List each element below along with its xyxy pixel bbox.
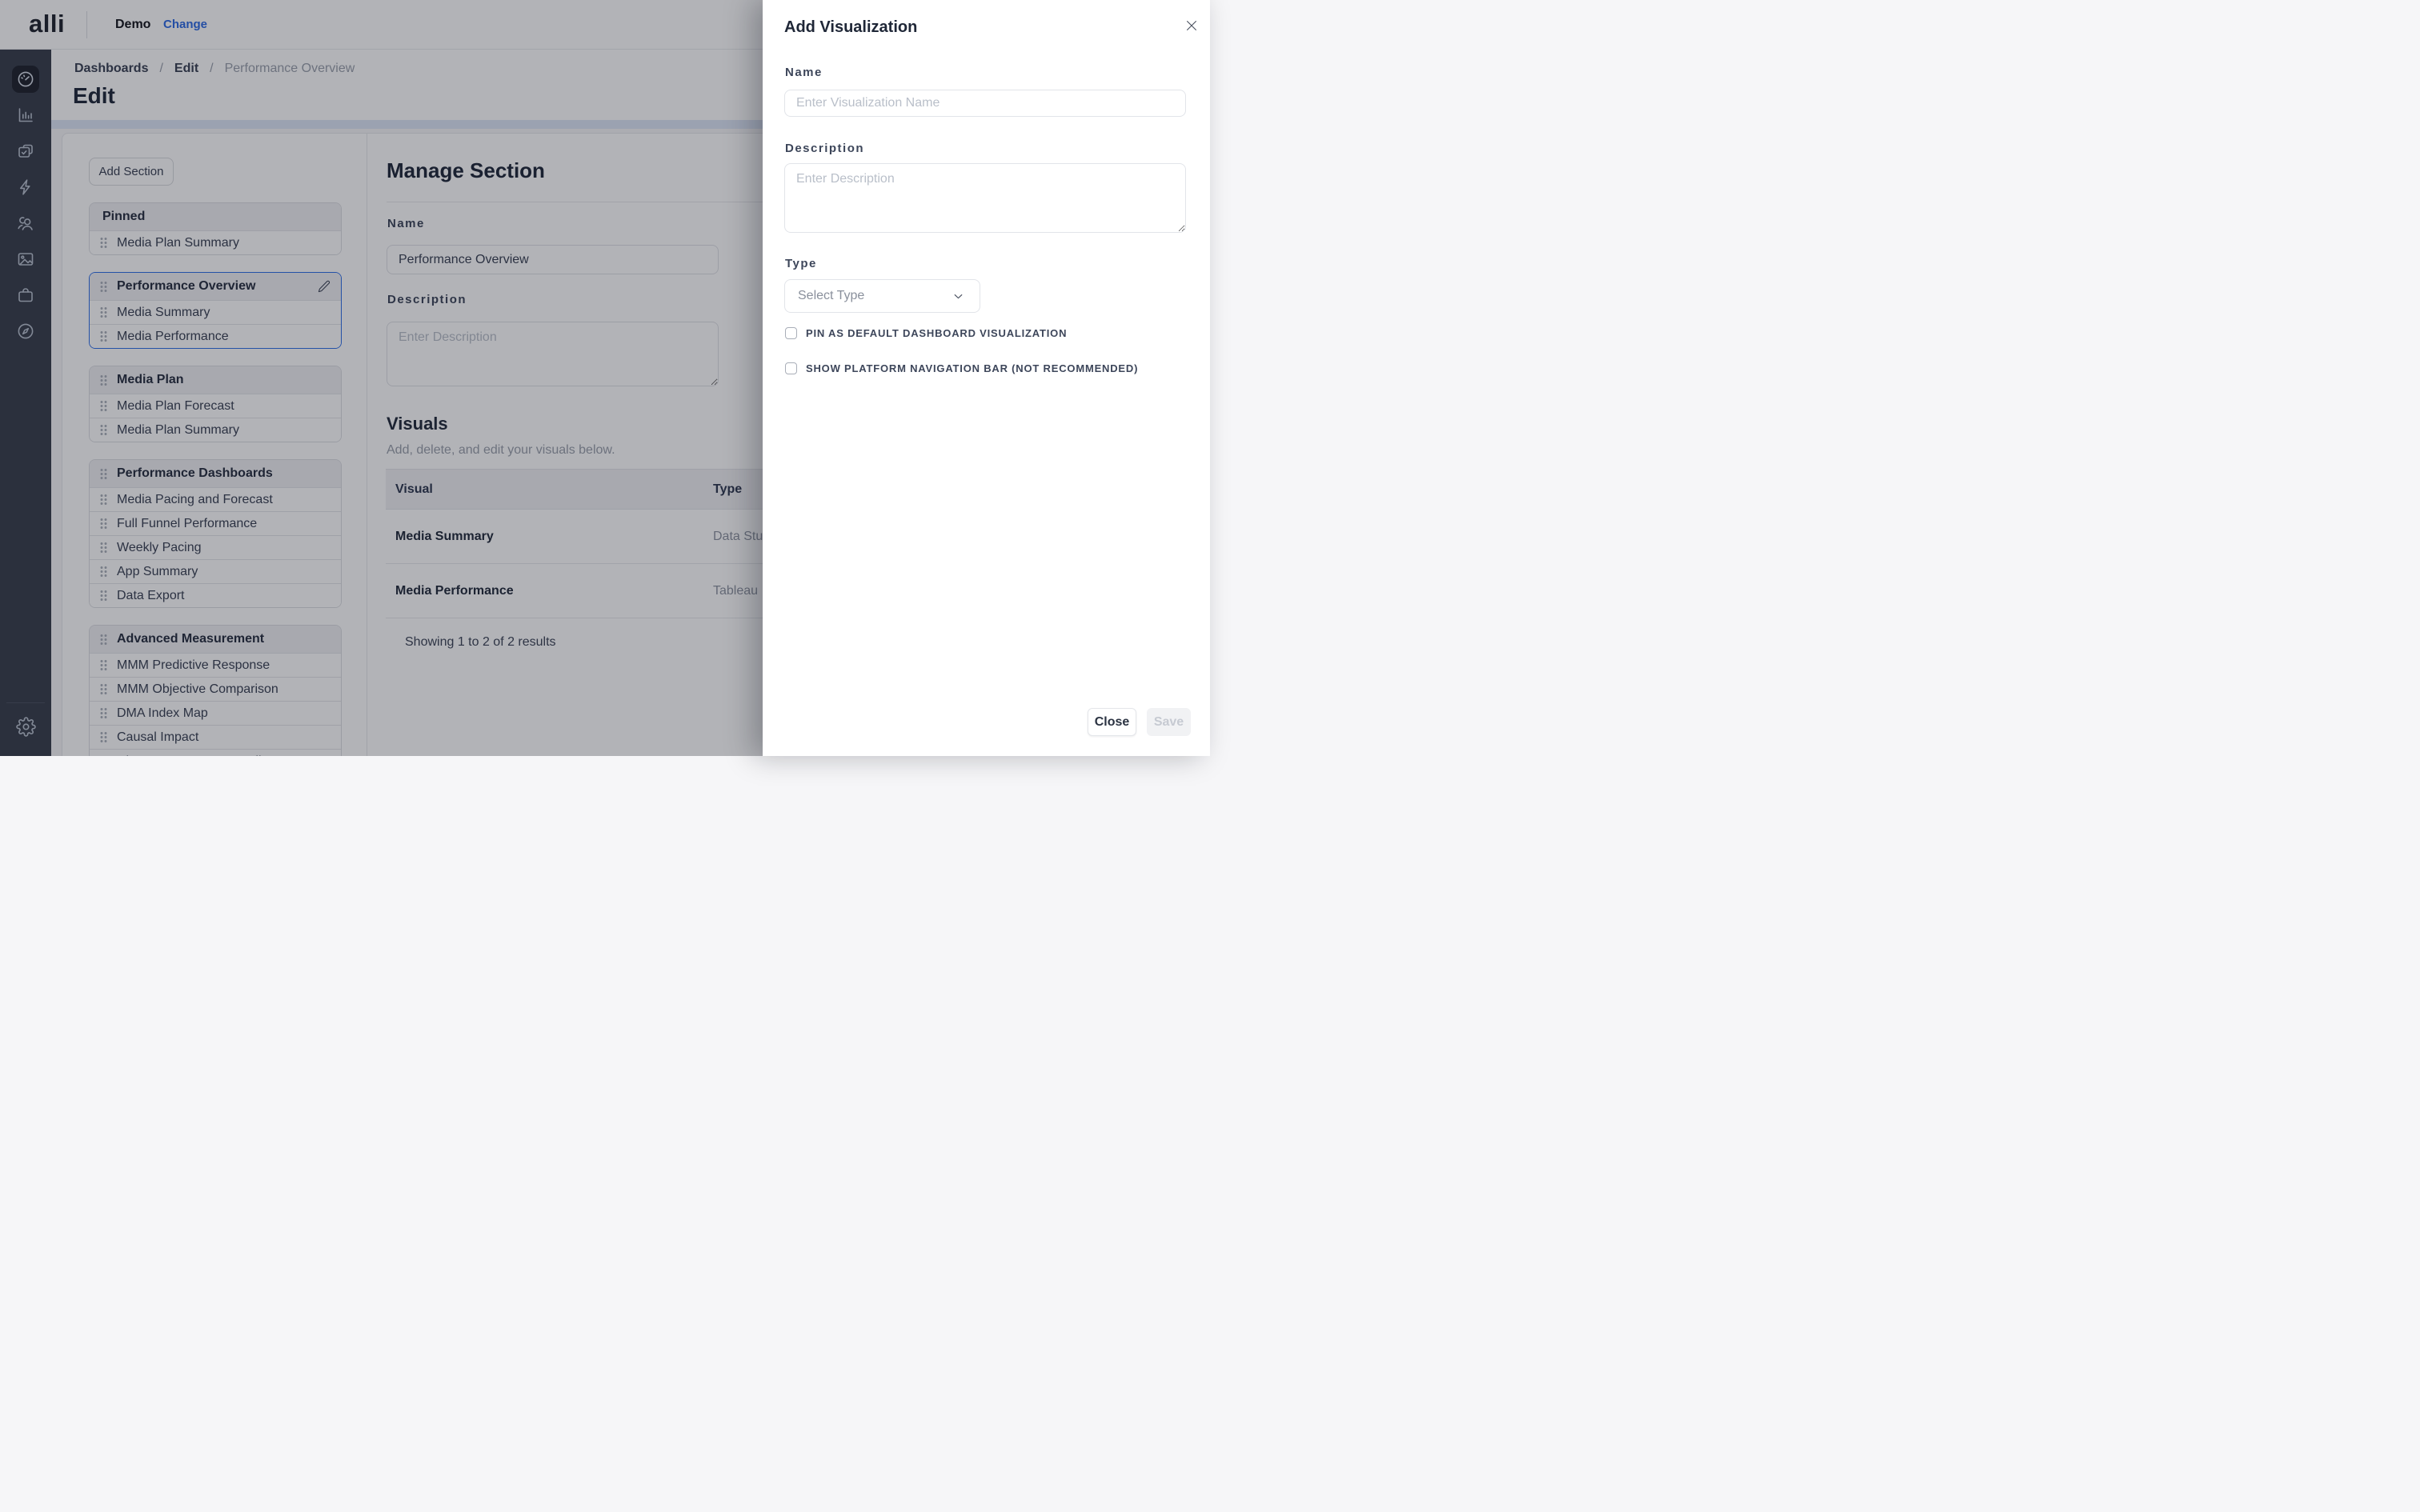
chevron-down-icon — [952, 290, 965, 303]
close-icon[interactable] — [1184, 18, 1200, 34]
drawer-footer: Close Save — [1088, 708, 1191, 736]
type-select[interactable]: Select Type — [784, 279, 980, 313]
save-button[interactable]: Save — [1147, 708, 1191, 736]
checkbox[interactable] — [785, 327, 797, 339]
close-x-glyph — [1184, 18, 1200, 34]
close-button[interactable]: Close — [1088, 708, 1136, 736]
visualization-description-textarea[interactable] — [784, 163, 1186, 233]
type-select-value: Select Type — [798, 289, 864, 303]
visualization-description-label: Description — [785, 142, 864, 155]
checkbox-label: SHOW PLATFORM NAVIGATION BAR (NOT RECOMM… — [806, 362, 1138, 374]
checkbox-row[interactable]: SHOW PLATFORM NAVIGATION BAR (NOT RECOMM… — [784, 358, 1188, 378]
checkbox-label: PIN AS DEFAULT DASHBOARD VISUALIZATION — [806, 327, 1067, 339]
add-visualization-drawer: Add Visualization Name Description Type … — [763, 0, 1210, 756]
checkbox[interactable] — [785, 362, 797, 374]
type-label: Type — [785, 257, 817, 270]
visualization-name-label: Name — [785, 66, 823, 79]
visualization-name-input[interactable] — [784, 90, 1186, 117]
drawer-title: Add Visualization — [784, 18, 917, 37]
checkbox-row[interactable]: PIN AS DEFAULT DASHBOARD VISUALIZATION — [784, 322, 1188, 343]
